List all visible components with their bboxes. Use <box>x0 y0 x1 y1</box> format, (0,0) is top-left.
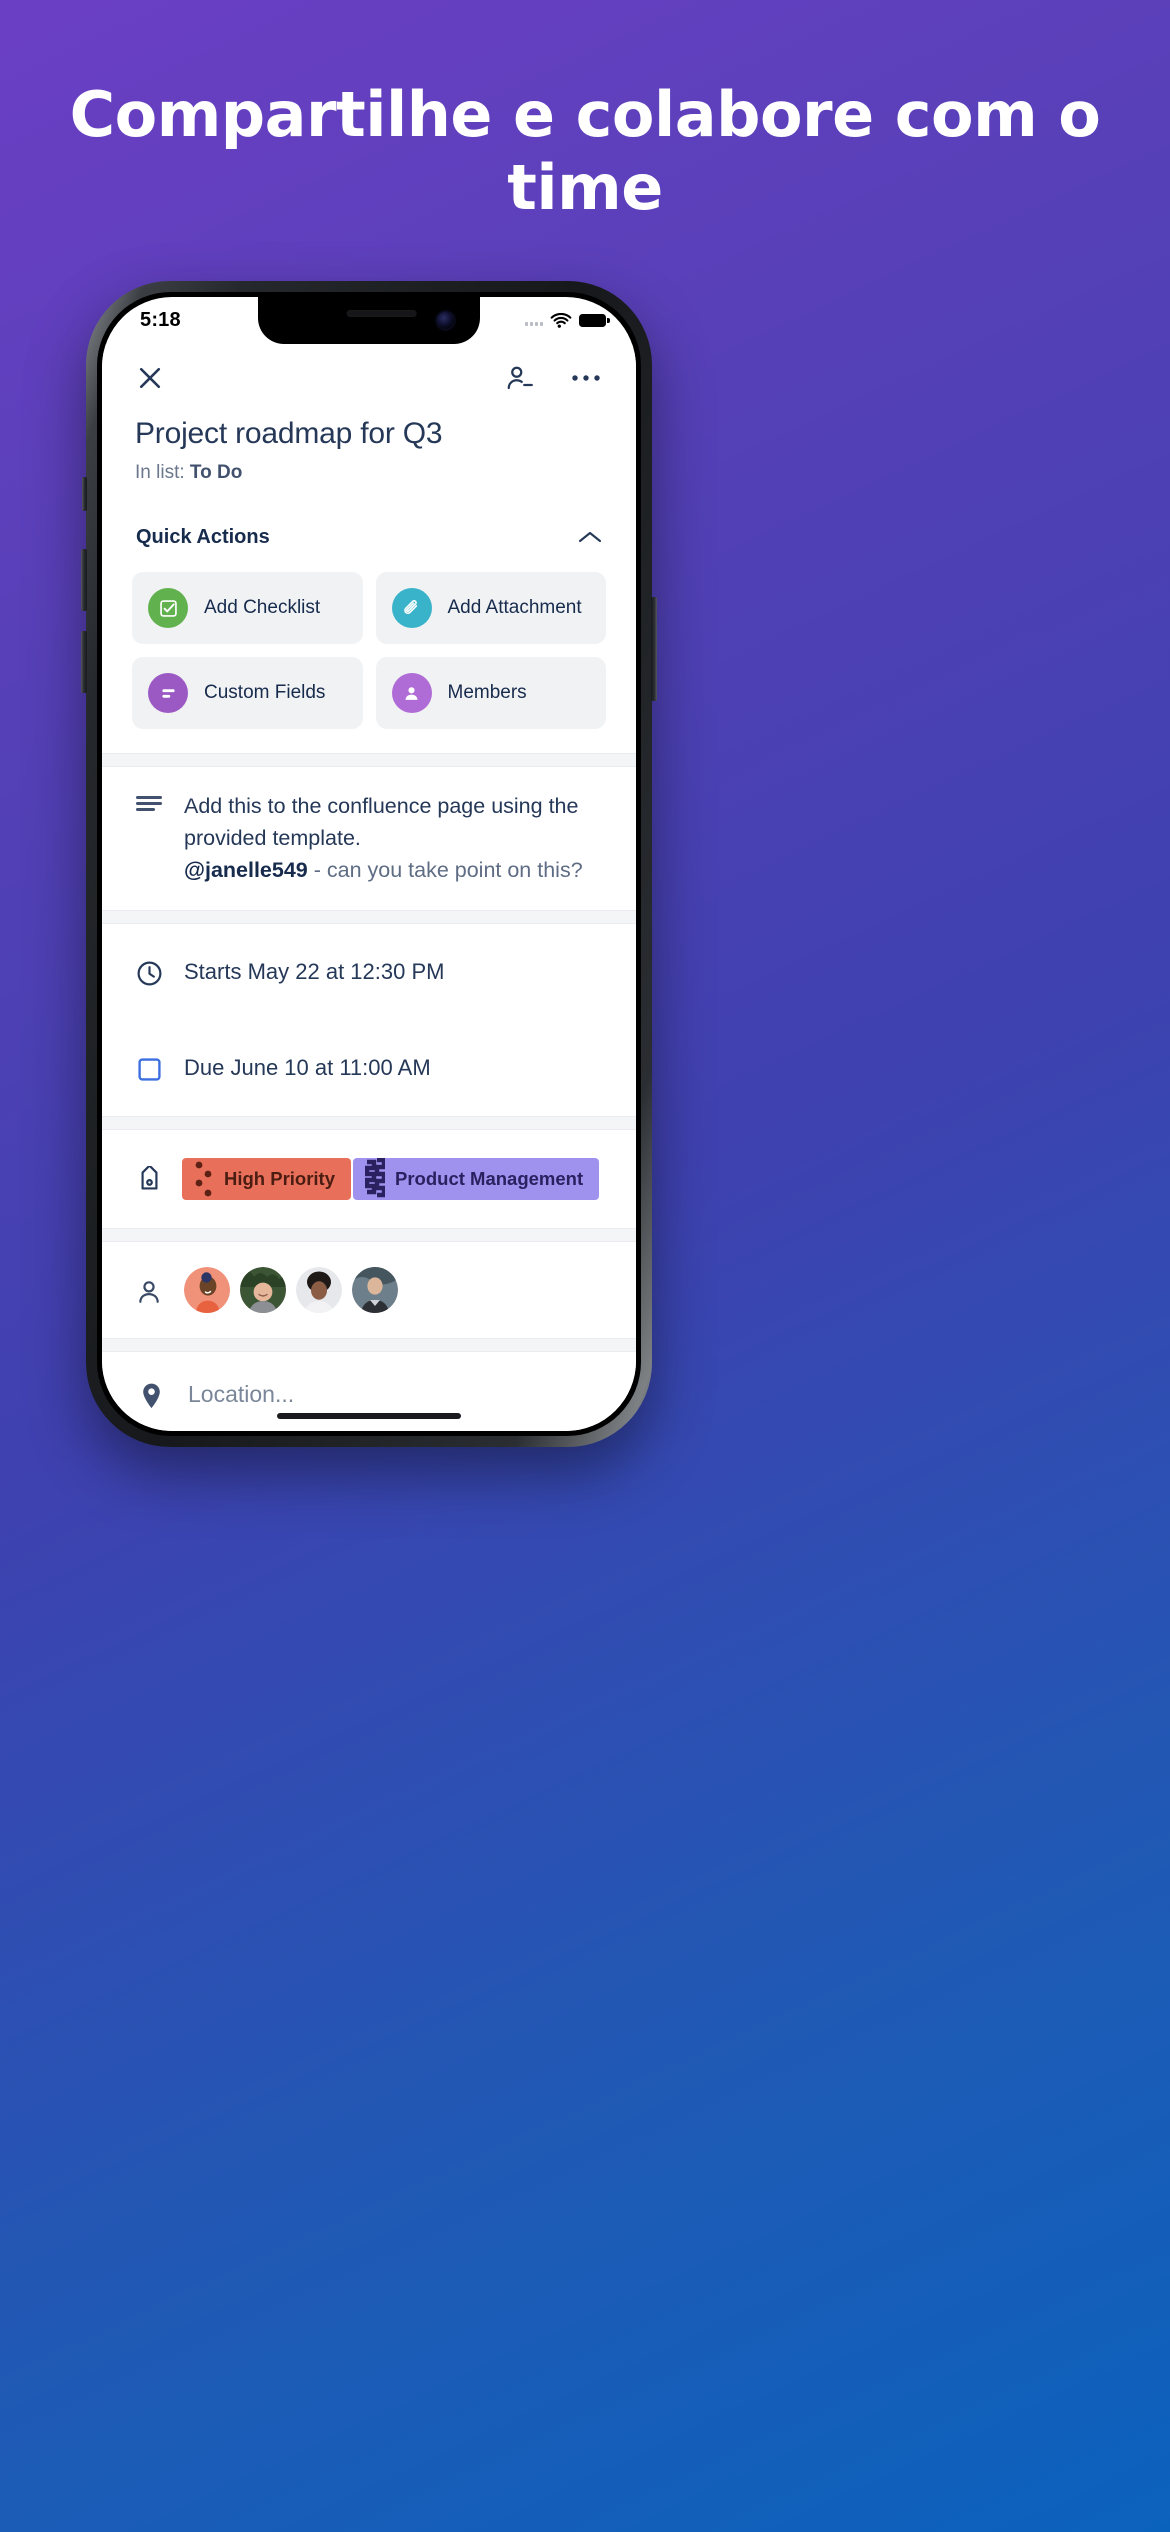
section-separator <box>102 910 636 925</box>
start-date-row[interactable]: Starts May 22 at 12:30 PM <box>102 924 636 1020</box>
zigzag-pattern-icon <box>364 1158 387 1200</box>
person-outline-icon <box>134 1275 164 1306</box>
earpiece-speaker <box>346 310 417 317</box>
avatar[interactable] <box>296 1267 342 1314</box>
quick-action-label: Members <box>447 682 527 703</box>
description-lines-icon <box>134 791 164 886</box>
description-text: Add this to the confluence page using th… <box>184 791 606 886</box>
card-toolbar <box>102 344 636 412</box>
phone-screen: 5:18 Project roadmap for Q3 In list: To … <box>102 297 636 1431</box>
label-chip-product-management[interactable]: Product Management <box>353 1158 600 1201</box>
description-line-1: Add this to the confluence page using th… <box>184 794 579 850</box>
quick-action-add-attachment[interactable]: Add Attachment <box>375 572 606 644</box>
avatar[interactable] <box>184 1267 230 1314</box>
phone-bezel: 5:18 Project roadmap for Q3 In list: To … <box>97 292 641 1436</box>
card-detail-screen: Project roadmap for Q3 In list: To Do Qu… <box>102 344 636 1431</box>
section-separator <box>102 1338 636 1353</box>
quick-actions-section: Quick Actions Add Checklist Add Attachme… <box>102 504 636 753</box>
custom-fields-icon <box>148 673 188 713</box>
location-placeholder: Location... <box>188 1380 295 1407</box>
due-date-row[interactable]: Due June 10 at 11:00 AM <box>102 1020 636 1116</box>
due-date-text: Due June 10 at 11:00 AM <box>184 1055 431 1081</box>
label-chips: High Priority Product Management <box>182 1158 600 1201</box>
battery-full-icon <box>579 314 610 327</box>
quick-action-add-checklist[interactable]: Add Checklist <box>132 572 363 644</box>
section-separator <box>102 753 636 767</box>
more-options-icon <box>572 375 600 381</box>
label-chip-text: High Priority <box>224 1168 336 1190</box>
paperclip-icon <box>391 588 432 628</box>
close-button[interactable] <box>135 363 165 393</box>
quick-action-label: Custom Fields <box>204 682 326 703</box>
remove-member-icon <box>507 366 533 390</box>
label-chip-high-priority[interactable]: High Priority <box>182 1158 352 1201</box>
card-list-info: In list: To Do <box>135 462 603 484</box>
quick-actions-grid: Add Checklist Add Attachment Custom Fiel… <box>132 572 606 729</box>
quick-action-label: Add Attachment <box>447 597 582 618</box>
silent-switch <box>82 477 87 511</box>
quick-action-label: Add Checklist <box>204 597 321 618</box>
map-pin-icon <box>136 1379 166 1410</box>
chevron-up-icon <box>578 531 602 543</box>
power-button <box>651 597 657 701</box>
avatar[interactable] <box>240 1267 286 1314</box>
member-avatars <box>184 1267 398 1314</box>
members-row[interactable] <box>102 1242 636 1338</box>
quick-action-members[interactable]: Members <box>375 657 606 729</box>
description-mention: @janelle549 <box>184 857 308 882</box>
card-title: Project roadmap for Q3 <box>135 417 443 450</box>
label-chip-text: Product Management <box>395 1168 584 1190</box>
close-icon <box>139 367 161 389</box>
label-tag-icon <box>134 1163 164 1195</box>
in-list-label: In list: <box>135 462 185 483</box>
quick-actions-title: Quick Actions <box>136 525 270 548</box>
wifi-icon <box>550 312 572 328</box>
volume-down-button <box>81 631 87 693</box>
section-separator <box>102 1228 636 1243</box>
checklist-icon <box>148 588 188 628</box>
person-icon <box>391 673 432 713</box>
signal-dots-icon <box>525 315 543 326</box>
volume-up-button <box>81 549 87 611</box>
phone-mockup: 5:18 Project roadmap for Q3 In list: To … <box>81 281 657 1447</box>
description-row[interactable]: Add this to the confluence page using th… <box>102 767 636 910</box>
dots-pattern-icon <box>194 1158 214 1200</box>
quick-actions-collapse-button[interactable] <box>577 524 603 550</box>
notch <box>258 297 480 344</box>
home-indicator <box>277 1413 461 1419</box>
checkbox-empty-icon[interactable] <box>134 1053 164 1083</box>
clock-icon <box>134 956 164 988</box>
quick-action-custom-fields[interactable]: Custom Fields <box>132 657 363 729</box>
status-time: 5:18 <box>140 309 181 331</box>
leave-card-button[interactable] <box>504 363 534 393</box>
card-title-block[interactable]: Project roadmap for Q3 In list: To Do <box>102 412 636 504</box>
more-options-button[interactable] <box>570 371 602 385</box>
page-title: Compartilhe e colabore com o time <box>69 78 1101 225</box>
list-name: To Do <box>189 462 243 483</box>
front-camera-icon <box>437 312 454 329</box>
avatar[interactable] <box>352 1267 398 1314</box>
labels-row[interactable]: High Priority Product Management <box>102 1130 636 1228</box>
quick-actions-header[interactable]: Quick Actions <box>132 524 606 550</box>
section-separator <box>102 1116 636 1131</box>
location-row[interactable]: Location... <box>102 1352 636 1431</box>
description-line-2: - can you take point on this? <box>307 857 583 882</box>
start-date-text: Starts May 22 at 12:30 PM <box>184 959 445 985</box>
